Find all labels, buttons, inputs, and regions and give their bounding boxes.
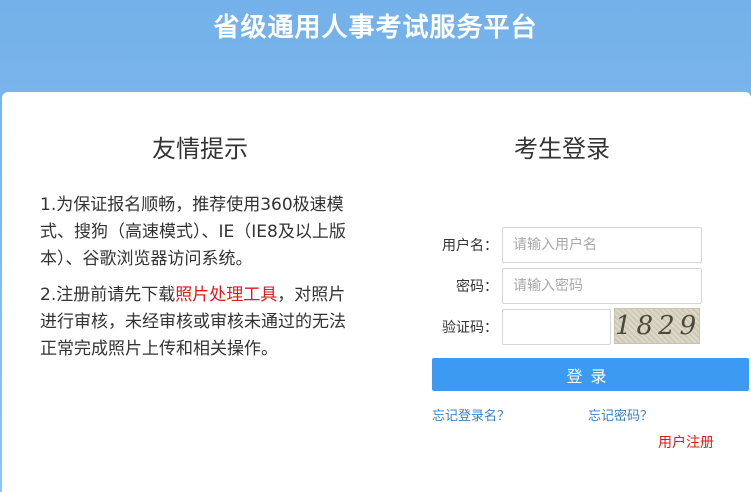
tips-title: 友情提示 bbox=[152, 135, 248, 163]
tip-item-1: 1.为保证报名顺畅，推荐使用360极速模式、搜狗（高速模式）、IE（IE8及以上… bbox=[40, 195, 346, 269]
tip-item-2: 2.注册前请先下载照片处理工具，对照片进行审核，未经审核或审核未通过的无法正常完… bbox=[40, 282, 360, 363]
header-banner: 省级通用人事考试服务平台 bbox=[0, 0, 751, 92]
captcha-image[interactable]: 1829 bbox=[614, 308, 700, 344]
tips-section: 友情提示 1.为保证报名顺畅，推荐使用360极速模式、搜狗（高速模式）、IE（I… bbox=[40, 132, 370, 372]
forgot-password-link[interactable]: 忘记密码？ bbox=[588, 408, 653, 426]
captcha-label: 验证码： bbox=[442, 320, 498, 336]
login-button[interactable]: 登录 bbox=[432, 358, 749, 391]
username-input[interactable] bbox=[502, 227, 702, 263]
login-title: 考生登录 bbox=[514, 135, 610, 163]
main-panel: 友情提示 1.为保证报名顺畅，推荐使用360极速模式、搜狗（高速模式）、IE（I… bbox=[2, 92, 751, 492]
username-label: 用户名： bbox=[442, 238, 498, 254]
password-label: 密码： bbox=[456, 279, 498, 295]
password-input[interactable] bbox=[502, 268, 702, 304]
register-link[interactable]: 用户注册 bbox=[658, 434, 714, 452]
tip-item-2-prefix: 2.注册前请先下载 bbox=[40, 285, 176, 305]
page-title: 省级通用人事考试服务平台 bbox=[213, 13, 538, 43]
captcha-input[interactable] bbox=[502, 309, 611, 345]
forgot-username-link[interactable]: 忘记登录名？ bbox=[432, 408, 510, 426]
photo-tool-link[interactable]: 照片处理工具 bbox=[175, 285, 277, 305]
